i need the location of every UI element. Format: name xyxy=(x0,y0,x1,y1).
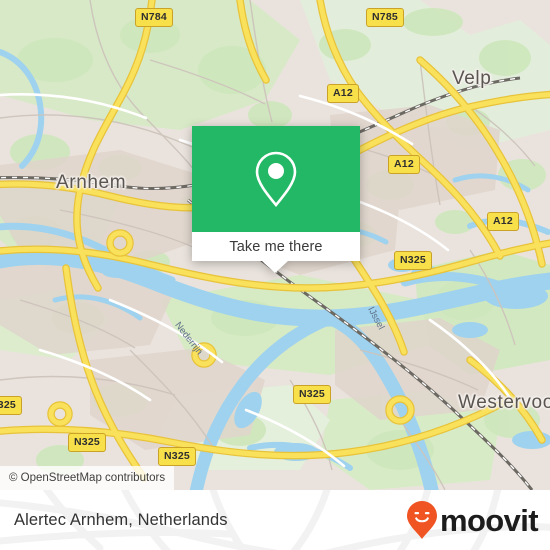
osm-attribution-text: © OpenStreetMap contributors xyxy=(9,472,166,484)
popup-image-area xyxy=(192,126,360,232)
osm-attribution[interactable]: © OpenStreetMap contributors xyxy=(0,466,175,490)
road-shield-n784: N784 xyxy=(135,8,173,27)
take-me-there-button[interactable]: Take me there xyxy=(192,232,360,261)
road-shield-n785: N785 xyxy=(366,8,404,27)
road-shield-n325-north: N325 xyxy=(394,251,432,270)
moovit-smiley-pin-icon xyxy=(406,501,437,539)
map-canvas[interactable]: Arnhem Velp Westervoort Nederrijn IJssel… xyxy=(0,0,550,490)
moovit-location-card: Arnhem Velp Westervoort Nederrijn IJssel… xyxy=(0,0,550,550)
location-title: Alertec Arnhem, Netherlands xyxy=(14,510,228,529)
road-shield-a12-mid: A12 xyxy=(388,155,420,174)
moovit-brand[interactable]: moovit xyxy=(406,490,539,550)
road-shield-n325-south: N325 xyxy=(158,447,196,466)
footer-bar: Alertec Arnhem, Netherlands moovit xyxy=(0,490,550,550)
road-shield-a12-west: A12 xyxy=(327,84,359,103)
moovit-wordmark: moovit xyxy=(439,502,539,538)
road-shield-n325-center: N325 xyxy=(293,385,331,404)
road-shield-n325-edge: N325 xyxy=(0,396,22,415)
road-shield-n325-southwest: N325 xyxy=(68,433,106,452)
location-popup[interactable]: Take me there xyxy=(192,126,360,273)
location-pin-icon xyxy=(255,151,297,208)
road-shield-a12-east: A12 xyxy=(487,212,519,231)
take-me-there-label: Take me there xyxy=(229,238,323,255)
popup-pointer-tail xyxy=(262,261,288,273)
